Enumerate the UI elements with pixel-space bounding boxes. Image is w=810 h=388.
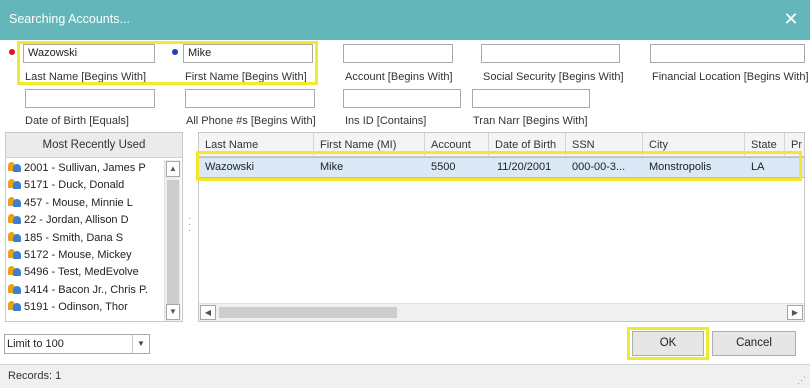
bottom-bar: Limit to 100 ▼ OK Cancel bbox=[0, 322, 810, 364]
recent-accounts-panel: Most Recently Used 2001 - Sullivan, Jame… bbox=[5, 132, 183, 322]
recent-item[interactable]: 5191 - Odinson, Thor bbox=[8, 299, 166, 316]
ins-id-input[interactable] bbox=[343, 89, 461, 108]
dob-input[interactable] bbox=[25, 89, 155, 108]
recent-header: Most Recently Used bbox=[6, 133, 182, 158]
scroll-left-icon[interactable]: ◀ bbox=[200, 305, 216, 320]
scroll-thumb[interactable] bbox=[219, 307, 397, 318]
limit-value: Limit to 100 bbox=[7, 338, 64, 350]
phone-input[interactable] bbox=[185, 89, 315, 108]
annotation-highlight-ok bbox=[627, 327, 709, 360]
scroll-down-icon[interactable]: ▼ bbox=[166, 304, 180, 320]
cancel-button[interactable]: Cancel bbox=[712, 331, 796, 356]
search-form: Wazowski Last Name [Begins With] Mike Fi… bbox=[0, 40, 810, 132]
person-icon bbox=[8, 300, 21, 312]
chevron-down-icon[interactable]: ▼ bbox=[132, 335, 149, 353]
grid-horizontal-scrollbar[interactable]: ◀ ▶ bbox=[199, 303, 804, 321]
dob-label: Date of Birth [Equals] bbox=[25, 115, 129, 127]
person-icon bbox=[8, 231, 21, 242]
recent-item[interactable]: 5496 - Test, MedEvolve bbox=[8, 264, 166, 281]
required-indicator-red bbox=[9, 49, 15, 55]
annotation-highlight-result-row bbox=[196, 151, 802, 181]
financial-location-input[interactable] bbox=[650, 44, 805, 63]
ins-id-label: Ins ID [Contains] bbox=[345, 115, 427, 127]
scroll-thumb[interactable] bbox=[167, 180, 179, 304]
phone-label: All Phone #s [Begins With] bbox=[186, 115, 316, 127]
recent-item[interactable]: 185 - Smith, Dana S bbox=[8, 230, 166, 247]
person-icon bbox=[8, 196, 21, 207]
recent-list: 2001 - Sullivan, James P 5171 - Duck, Do… bbox=[8, 160, 166, 320]
person-icon bbox=[8, 248, 21, 259]
title-bar: Searching Accounts... ✕ bbox=[0, 0, 810, 40]
person-icon bbox=[8, 283, 21, 294]
person-icon bbox=[8, 265, 21, 277]
recent-item[interactable]: 5172 - Mouse, Mickey bbox=[8, 247, 166, 264]
ssn-label: Social Security [Begins With] bbox=[483, 71, 624, 83]
financial-location-label: Financial Location [Begins With] bbox=[652, 71, 809, 83]
scroll-right-icon[interactable]: ▶ bbox=[787, 305, 803, 320]
annotation-highlight-name-fields bbox=[17, 41, 318, 85]
recent-scrollbar[interactable]: ▲ ▼ bbox=[164, 160, 181, 321]
ssn-input[interactable] bbox=[481, 44, 620, 63]
person-icon bbox=[8, 178, 21, 190]
recent-item[interactable]: 457 - Mouse, Minnie L bbox=[8, 195, 166, 212]
person-icon bbox=[8, 213, 21, 225]
tran-narr-label: Tran Narr [Begins With] bbox=[473, 115, 588, 127]
recent-item[interactable]: 2001 - Sullivan, James P bbox=[8, 160, 166, 177]
person-icon bbox=[8, 161, 21, 172]
scroll-up-icon[interactable]: ▲ bbox=[166, 161, 180, 177]
account-input[interactable] bbox=[343, 44, 453, 63]
recent-item[interactable]: 22 - Jordan, Allison D bbox=[8, 212, 166, 229]
recent-item[interactable]: 1414 - Bacon Jr., Chris P. bbox=[8, 282, 166, 299]
tran-narr-input[interactable] bbox=[472, 89, 590, 108]
panel-splitter[interactable]: · · · bbox=[188, 214, 192, 236]
window-title: Searching Accounts... bbox=[9, 12, 130, 26]
account-label: Account [Begins With] bbox=[345, 71, 453, 83]
close-icon[interactable]: ✕ bbox=[780, 8, 802, 30]
records-count: Records: 1 bbox=[8, 370, 62, 382]
resize-grip-icon[interactable]: ⋰ bbox=[797, 375, 807, 385]
limit-select[interactable]: Limit to 100 ▼ bbox=[4, 334, 150, 354]
status-bar: Records: 1 ⋰ bbox=[0, 364, 810, 388]
recent-item[interactable]: 5171 - Duck, Donald bbox=[8, 177, 166, 194]
